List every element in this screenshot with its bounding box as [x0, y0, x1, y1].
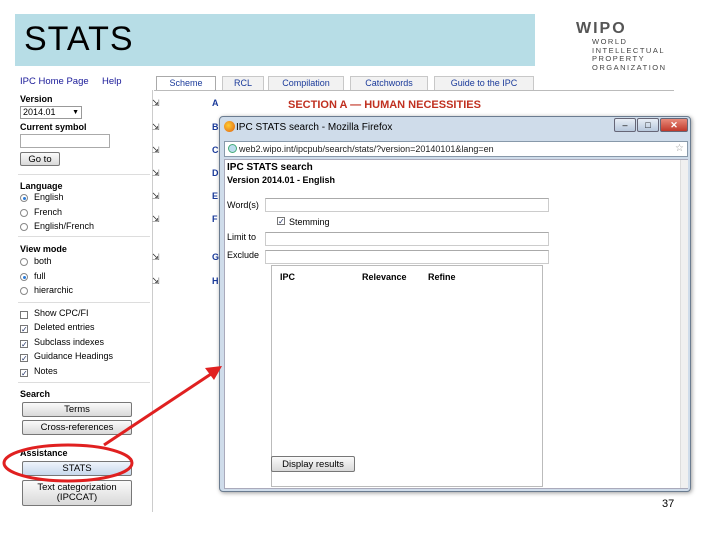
highlight-ellipse: [2, 443, 134, 483]
annotation-arrow-line: [103, 370, 215, 447]
page-number: 37: [662, 498, 675, 510]
annotation-overlay: [2, 366, 222, 483]
